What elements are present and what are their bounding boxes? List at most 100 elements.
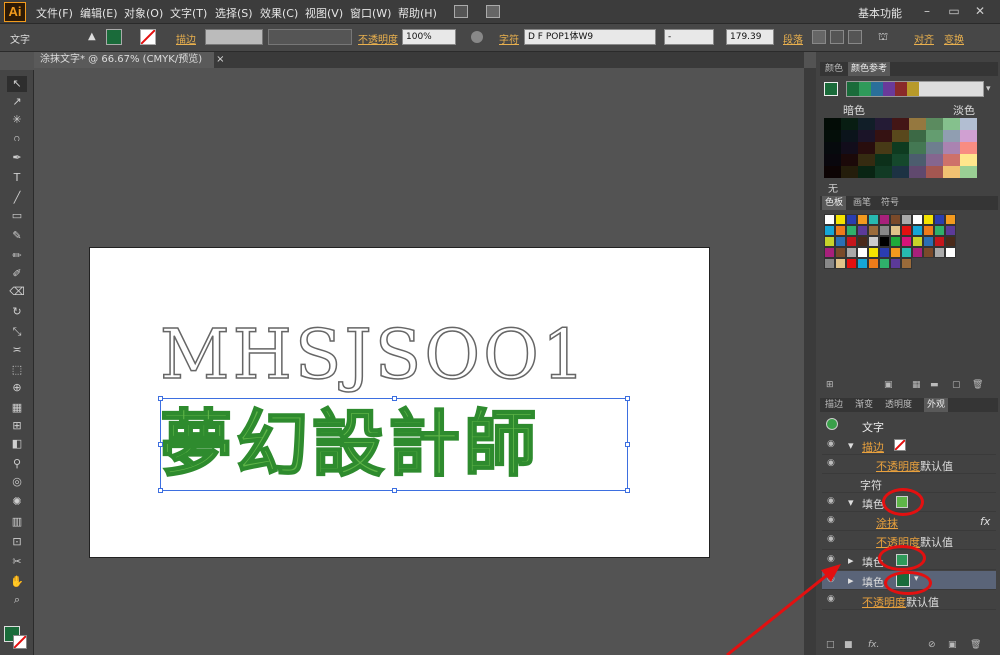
swatch-cell[interactable] bbox=[835, 236, 846, 247]
handle-middle-left[interactable] bbox=[158, 442, 163, 447]
tab-symbols[interactable]: 符号 bbox=[878, 196, 902, 210]
color-guide-cell[interactable] bbox=[960, 166, 977, 178]
font-style-field[interactable]: - bbox=[664, 29, 714, 45]
swatch-cell[interactable] bbox=[890, 247, 901, 258]
harmony-dropdown-icon[interactable]: ▾ bbox=[986, 84, 991, 94]
color-guide-cell[interactable] bbox=[824, 118, 841, 130]
pen-tool-icon[interactable]: ✒ bbox=[7, 150, 27, 166]
color-guide-cell[interactable] bbox=[943, 118, 960, 130]
swatch-cell[interactable] bbox=[923, 247, 934, 258]
swatch-cell[interactable] bbox=[824, 258, 835, 269]
menu-edit[interactable]: 编辑(E) bbox=[80, 5, 118, 21]
tab-color-guide[interactable]: 颜色参考 bbox=[848, 62, 891, 76]
swatch-cell[interactable] bbox=[824, 225, 835, 236]
swatch-cell[interactable] bbox=[824, 214, 835, 225]
swatch-options-icon[interactable]: ▦ bbox=[912, 380, 921, 390]
swatch-cell[interactable] bbox=[945, 247, 956, 258]
new-color-group-icon[interactable]: ▬ bbox=[930, 380, 939, 390]
color-guide-cell[interactable] bbox=[909, 118, 926, 130]
appearance-stroke-row[interactable]: ◉ ▾ 描边 bbox=[822, 436, 996, 455]
tab-appearance[interactable]: 外观 bbox=[924, 398, 949, 412]
line-tool-icon[interactable]: ╱ bbox=[7, 190, 27, 206]
add-new-fill-icon[interactable]: ■ bbox=[844, 640, 853, 650]
swatch-libraries-icon[interactable]: ⊞ bbox=[826, 380, 834, 390]
duplicate-item-icon[interactable]: ▣ bbox=[948, 640, 957, 650]
menu-object[interactable]: 对象(O) bbox=[124, 5, 163, 21]
swatch-cell[interactable] bbox=[835, 214, 846, 225]
swatch-cell[interactable] bbox=[890, 214, 901, 225]
color-guide-cell[interactable] bbox=[892, 154, 909, 166]
tab-swatches[interactable]: 色板 bbox=[822, 196, 847, 210]
tab-transparency[interactable]: 透明度 bbox=[882, 398, 915, 412]
handle-bottom-center[interactable] bbox=[392, 488, 397, 493]
envelope-icon[interactable]: ⛫ bbox=[878, 30, 894, 44]
color-guide-cell[interactable] bbox=[875, 166, 892, 178]
tab-color[interactable]: 颜色 bbox=[822, 62, 846, 76]
color-guide-cell[interactable] bbox=[926, 118, 943, 130]
visibility-eye-icon[interactable]: ◉ bbox=[827, 439, 835, 449]
type-tool-icon[interactable]: T bbox=[7, 170, 27, 186]
color-guide-cell[interactable] bbox=[892, 142, 909, 154]
arrange-docs-icon[interactable] bbox=[486, 5, 500, 18]
swatch-cell[interactable] bbox=[901, 225, 912, 236]
handle-middle-right[interactable] bbox=[625, 442, 630, 447]
collapse-triangle-icon[interactable]: ▸ bbox=[848, 554, 854, 567]
color-guide-cell[interactable] bbox=[909, 166, 926, 178]
paragraph-label[interactable]: 段落 bbox=[783, 31, 803, 46]
swatch-cell[interactable] bbox=[901, 258, 912, 269]
show-swatch-kinds-icon[interactable]: ▣ bbox=[884, 380, 893, 390]
tab-stroke[interactable]: 描边 bbox=[822, 398, 846, 412]
color-guide-cell[interactable] bbox=[841, 130, 858, 142]
zoom-tool-icon[interactable]: ⌕ bbox=[7, 592, 27, 608]
color-guide-cell[interactable] bbox=[926, 154, 943, 166]
tab-brushes[interactable]: 画笔 bbox=[850, 196, 874, 210]
color-guide-cell[interactable] bbox=[892, 130, 909, 142]
align-right-icon[interactable] bbox=[848, 30, 862, 44]
column-graph-tool-icon[interactable]: ▥ bbox=[7, 514, 27, 530]
handle-top-right[interactable] bbox=[625, 396, 630, 401]
color-guide-cell[interactable] bbox=[875, 118, 892, 130]
opacity-link[interactable]: 不透明度 bbox=[862, 594, 906, 610]
color-guide-cell[interactable] bbox=[824, 130, 841, 142]
swatch-cell[interactable] bbox=[912, 236, 923, 247]
perspective-grid-tool-icon[interactable]: ▦ bbox=[7, 400, 27, 416]
color-guide-cell[interactable] bbox=[943, 142, 960, 154]
swatch-cell[interactable] bbox=[868, 247, 879, 258]
swatch-cell[interactable] bbox=[879, 225, 890, 236]
color-guide-cell[interactable] bbox=[909, 154, 926, 166]
magic-wand-tool-icon[interactable]: ✳ bbox=[7, 112, 27, 128]
color-guide-cell[interactable] bbox=[858, 154, 875, 166]
color-guide-cell[interactable] bbox=[858, 118, 875, 130]
align-left-icon[interactable] bbox=[812, 30, 826, 44]
swatch-cell[interactable] bbox=[923, 214, 934, 225]
character-label[interactable]: 字符 bbox=[499, 31, 519, 46]
color-guide-cell[interactable] bbox=[841, 166, 858, 178]
swatch-cell[interactable] bbox=[857, 236, 868, 247]
document-tab[interactable]: 涂抹文字* @ 66.67% (CMYK/预览) × bbox=[34, 52, 225, 68]
eraser-tool-icon[interactable]: ⌫ bbox=[7, 284, 27, 300]
opacity-field[interactable]: 100% bbox=[402, 29, 456, 45]
swatch-cell[interactable] bbox=[868, 225, 879, 236]
color-guide-cell[interactable] bbox=[875, 154, 892, 166]
color-guide-cell[interactable] bbox=[824, 142, 841, 154]
color-guide-cell[interactable] bbox=[960, 142, 977, 154]
color-guide-cell[interactable] bbox=[960, 130, 977, 142]
appearance-stroke-opacity-row[interactable]: ◉ 不透明度 默认值 bbox=[822, 455, 996, 474]
swatch-cell[interactable] bbox=[934, 225, 945, 236]
expand-triangle-icon[interactable]: ▾ bbox=[848, 496, 854, 509]
paintbrush-tool-icon[interactable]: ✎ bbox=[7, 228, 27, 244]
swatch-cell[interactable] bbox=[912, 214, 923, 225]
blob-brush-tool-icon[interactable]: ✐ bbox=[7, 266, 27, 282]
color-guide-cell[interactable] bbox=[841, 118, 858, 130]
swatch-cell[interactable] bbox=[868, 214, 879, 225]
maximize-icon[interactable]: ▭ bbox=[942, 2, 966, 20]
align-panel-link[interactable]: 对齐 bbox=[914, 31, 934, 46]
scribble-effect-link[interactable]: 涂抹 bbox=[876, 515, 898, 531]
tab-gradient[interactable]: 渐变 bbox=[852, 398, 876, 412]
selection-bounding-box[interactable] bbox=[160, 398, 628, 491]
color-guide-cell[interactable] bbox=[926, 130, 943, 142]
clear-appearance-icon[interactable]: ⊘ bbox=[928, 640, 936, 650]
stroke-none-swatch[interactable] bbox=[894, 439, 906, 451]
swatch-cell[interactable] bbox=[824, 247, 835, 258]
eyedropper-tool-icon[interactable]: ⚲ bbox=[7, 456, 27, 472]
